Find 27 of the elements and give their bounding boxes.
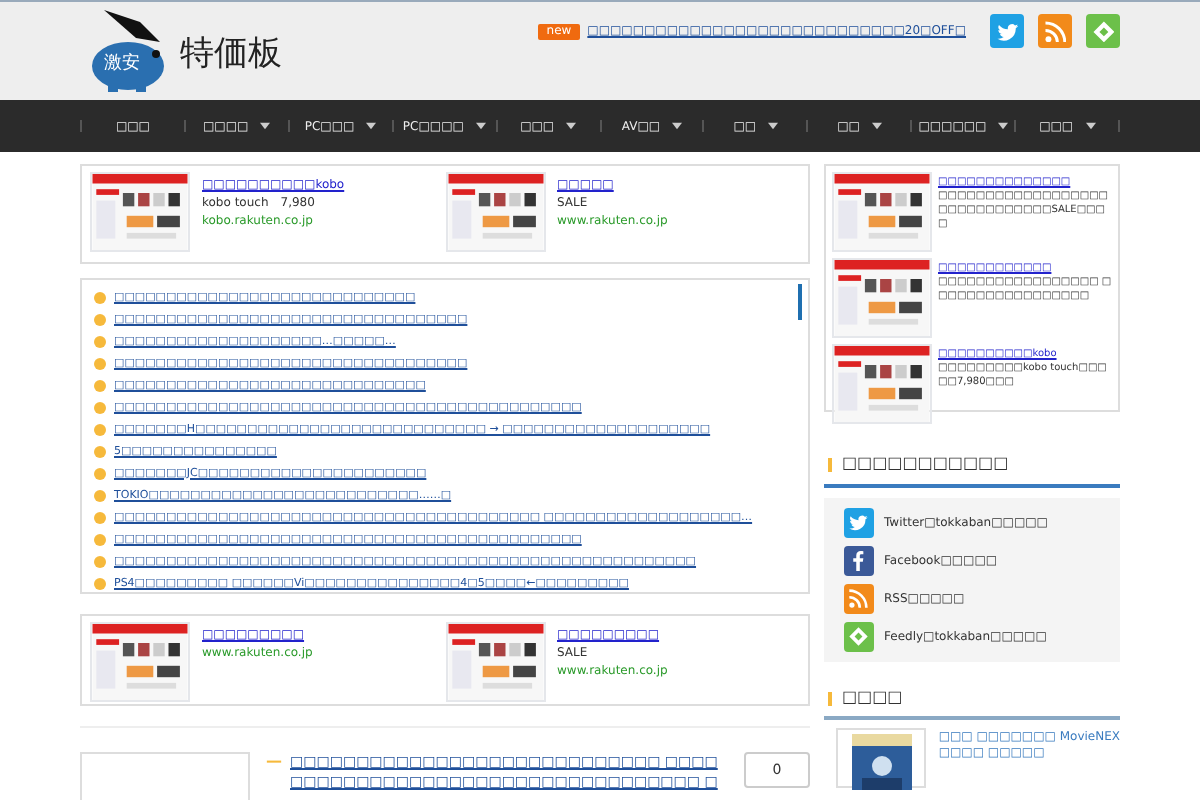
facebook-icon[interactable] <box>844 546 874 576</box>
section-heading: □□□□□□□□□□□ <box>842 452 1009 476</box>
bullet-icon <box>94 401 106 413</box>
bullet-icon <box>94 555 106 567</box>
bird-icon[interactable] <box>844 508 874 538</box>
rss-icon[interactable] <box>1038 14 1072 48</box>
bullet-icon <box>94 511 106 523</box>
bullet-icon <box>94 445 106 457</box>
bullet-icon <box>94 577 106 589</box>
bullet-icon <box>94 467 106 479</box>
bullet-icon <box>94 423 106 435</box>
pig-logo[interactable]: 激安 <box>80 6 172 94</box>
scrollbar[interactable] <box>798 284 802 320</box>
popular-thumbnail[interactable] <box>836 728 927 788</box>
bullet-icon <box>94 357 106 369</box>
feedly-icon[interactable] <box>844 622 874 652</box>
bullet-icon <box>94 291 106 303</box>
site-title[interactable]: 特価板 <box>180 30 282 82</box>
bullet-icon <box>94 379 106 391</box>
section-heading: □□□□ <box>842 686 903 710</box>
bullet-icon <box>94 533 106 545</box>
bullet-icon <box>94 313 106 325</box>
bullet-icon <box>94 489 106 501</box>
post-mark: — <box>266 752 282 774</box>
bullet-icon <box>94 335 106 347</box>
feedly-icon[interactable] <box>1086 14 1120 48</box>
bird-icon[interactable] <box>990 14 1024 48</box>
